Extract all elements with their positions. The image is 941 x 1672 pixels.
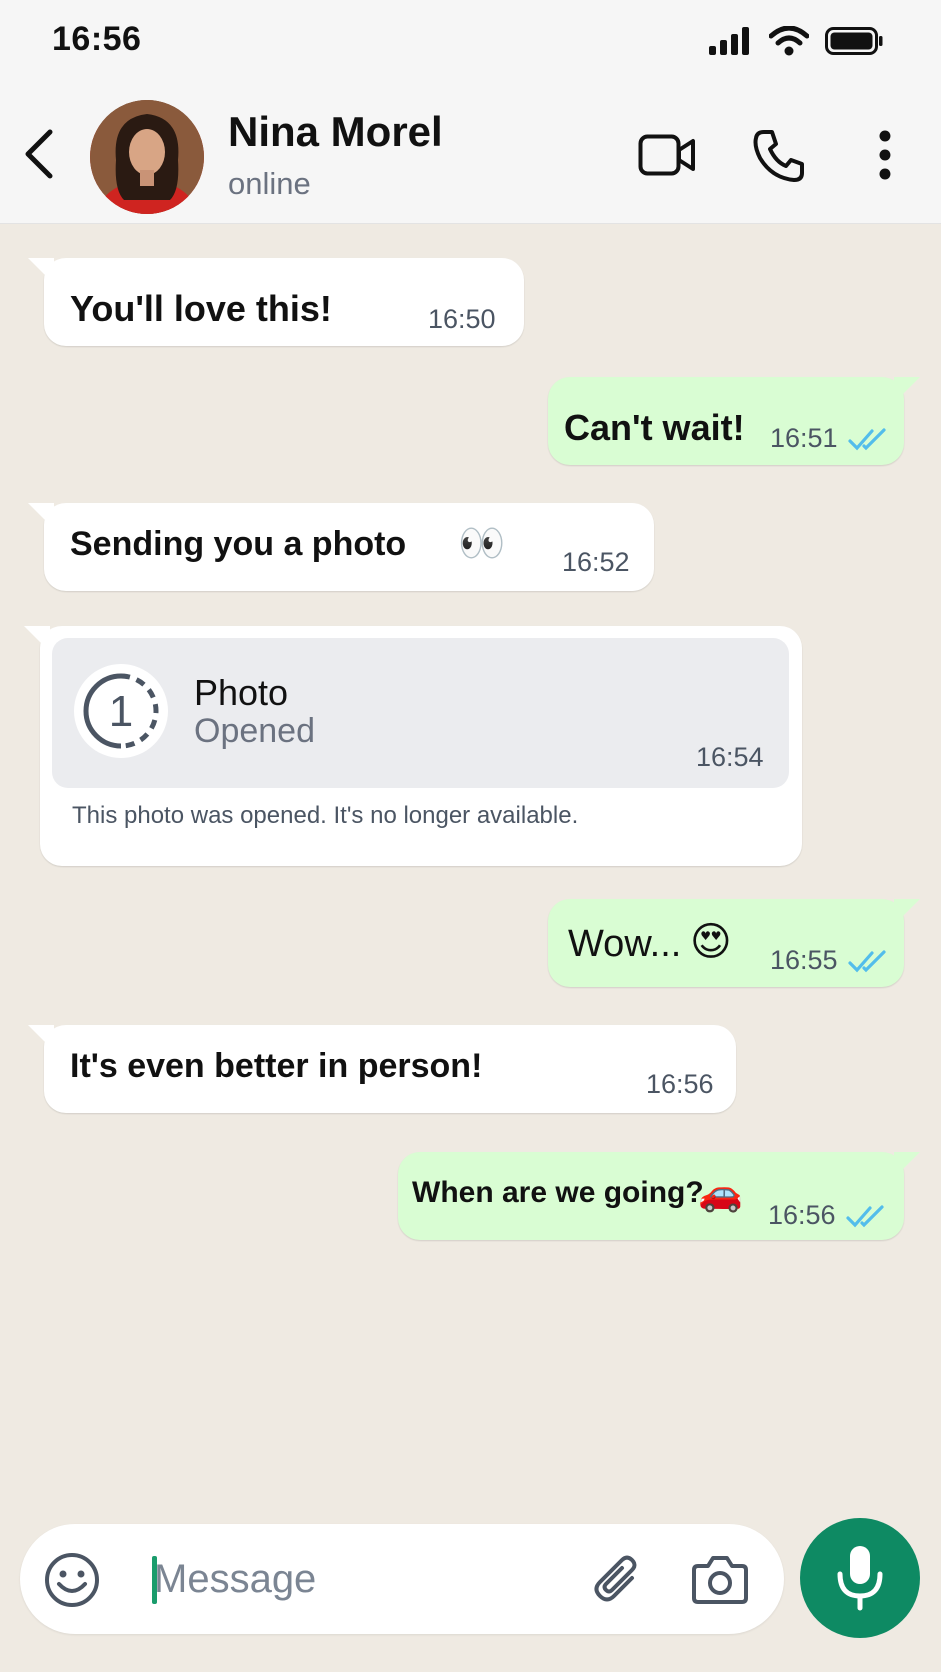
message-text: When are we going? [412, 1176, 704, 1209]
back-arrow-icon[interactable] [18, 126, 62, 182]
bubble-tail [894, 377, 920, 403]
view-once-icon-wrap: 1 [74, 664, 168, 758]
message-time: 16:54 [696, 742, 764, 772]
bubble-tail [894, 899, 920, 925]
message-time: 16:51 [770, 423, 838, 453]
message-time: 16:55 [770, 945, 838, 975]
wifi-icon [769, 26, 809, 56]
bubble-tail [28, 1025, 54, 1051]
view-once-counter: 1 [109, 687, 133, 736]
bubble-tail [28, 503, 54, 529]
contact-status: online [228, 166, 311, 201]
message-text: Can't wait! [564, 407, 745, 448]
view-once-icon: 1 [83, 673, 159, 749]
message-text: It's even better in person! [70, 1047, 483, 1085]
status-time: 16:56 [52, 20, 142, 58]
chat-area: You'll love this! 16:50 Can't wait! 16:5… [0, 225, 941, 1672]
attach-icon[interactable] [592, 1552, 646, 1608]
message-incoming[interactable]: You'll love this! 16:50 [28, 258, 524, 346]
emoji-icon[interactable] [44, 1552, 100, 1608]
camera-icon[interactable] [692, 1554, 748, 1604]
signal-icon [709, 27, 749, 55]
mic-icon [837, 1546, 883, 1611]
bubble-tail [894, 1152, 920, 1178]
message-input[interactable] [154, 1550, 554, 1608]
message-outgoing[interactable]: When are we going? 🚗 16:56 [398, 1152, 920, 1240]
message-input-bar [20, 1524, 784, 1634]
photo-title: Photo [194, 672, 289, 713]
more-vertical-icon[interactable] [875, 130, 895, 180]
chat-header: Nina Morel online [0, 84, 941, 224]
message-text: Wow... [568, 923, 682, 965]
heart-eyes-emoji: 😍 [690, 919, 732, 965]
message-time: 16:52 [562, 547, 630, 577]
voice-record-button[interactable] [800, 1518, 920, 1638]
message-incoming[interactable]: It's even better in person! 16:56 [28, 1025, 736, 1113]
bubble-tail [28, 258, 54, 284]
message-outgoing[interactable]: Can't wait! 16:51 [548, 377, 920, 465]
contact-name[interactable]: Nina Morel [228, 108, 443, 156]
phone-icon[interactable] [750, 128, 806, 184]
message-time: 16:50 [428, 304, 496, 334]
photo-note: This photo was opened. It's no longer av… [72, 802, 579, 829]
car-emoji: 🚗 [698, 1173, 743, 1214]
view-once-card[interactable]: 1 Photo Opened 16:54 [52, 638, 789, 788]
message-text: Sending you a photo [70, 525, 407, 563]
bubble-tail [24, 626, 50, 652]
video-camera-icon[interactable] [638, 134, 696, 176]
status-bar: 16:56 [0, 0, 941, 84]
photo-state: Opened [194, 712, 315, 750]
eyes-emoji: 👀 [458, 521, 506, 565]
battery-icon [825, 27, 883, 55]
double-check-icon [848, 428, 886, 451]
message-time: 16:56 [768, 1200, 836, 1230]
message-text: You'll love this! [70, 288, 332, 329]
message-time: 16:56 [646, 1069, 714, 1099]
double-check-icon [848, 950, 886, 973]
message-incoming[interactable]: Sending you a photo 👀 16:52 [28, 503, 654, 591]
status-icons [709, 26, 883, 56]
view-once-photo-message[interactable]: 1 Photo Opened 16:54 This photo was open… [24, 626, 802, 866]
double-check-icon [846, 1205, 884, 1228]
avatar[interactable] [90, 100, 204, 214]
message-outgoing[interactable]: Wow... 😍 16:55 [548, 899, 920, 987]
